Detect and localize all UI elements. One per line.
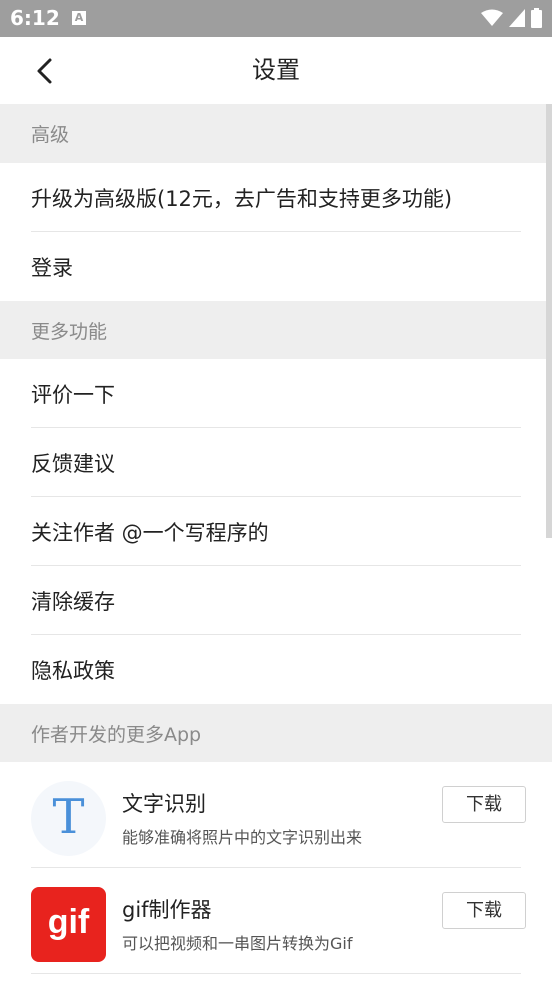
app-bar: 设置: [0, 37, 552, 104]
login-item[interactable]: 登录: [0, 232, 552, 301]
follow-author-item[interactable]: 关注作者 @一个写程序的: [0, 497, 552, 566]
app-description: 可以把视频和一串图片转换为Gif: [122, 934, 353, 953]
wifi-icon: [481, 9, 503, 26]
status-time: 6:12: [10, 6, 60, 30]
gif-app-icon: gif: [31, 887, 106, 962]
download-button[interactable]: 下载: [442, 892, 526, 929]
chevron-left-icon: [37, 58, 52, 84]
app-item-ocr[interactable]: T 文字识别 能够准确将照片中的文字识别出来 下载: [0, 762, 552, 868]
back-button[interactable]: [26, 51, 66, 91]
app-item-gif[interactable]: gif gif制作器 可以把视频和一串图片转换为Gif 下载: [0, 868, 552, 974]
scrollbar[interactable]: [546, 104, 552, 538]
notification-a-icon: A: [72, 11, 86, 25]
app-name: gif制作器: [122, 898, 212, 922]
section-header-more: 更多功能: [0, 301, 552, 359]
clear-cache-item[interactable]: 清除缓存: [0, 566, 552, 635]
privacy-policy-item[interactable]: 隐私政策: [0, 635, 552, 704]
section-header-apps: 作者开发的更多App: [0, 704, 552, 762]
ocr-letter: T: [52, 789, 85, 845]
battery-icon: [531, 8, 542, 28]
status-bar: 6:12 A: [0, 0, 552, 37]
gif-logo-text: gif: [47, 903, 90, 941]
cellular-signal-icon: [509, 9, 525, 27]
page-title: 设置: [252, 56, 300, 84]
app-description: 能够准确将照片中的文字识别出来: [122, 828, 363, 847]
download-button[interactable]: 下载: [442, 786, 526, 823]
rate-item[interactable]: 评价一下: [0, 359, 552, 428]
settings-list[interactable]: 高级 升级为高级版(12元，去广告和支持更多功能) 登录 更多功能 评价一下 反…: [0, 104, 552, 983]
upgrade-premium-item[interactable]: 升级为高级版(12元，去广告和支持更多功能): [0, 163, 552, 232]
ocr-app-icon: T: [31, 781, 106, 856]
app-name: 文字识别: [122, 792, 206, 816]
feedback-item[interactable]: 反馈建议: [0, 428, 552, 497]
section-header-advanced: 高级: [0, 104, 552, 163]
